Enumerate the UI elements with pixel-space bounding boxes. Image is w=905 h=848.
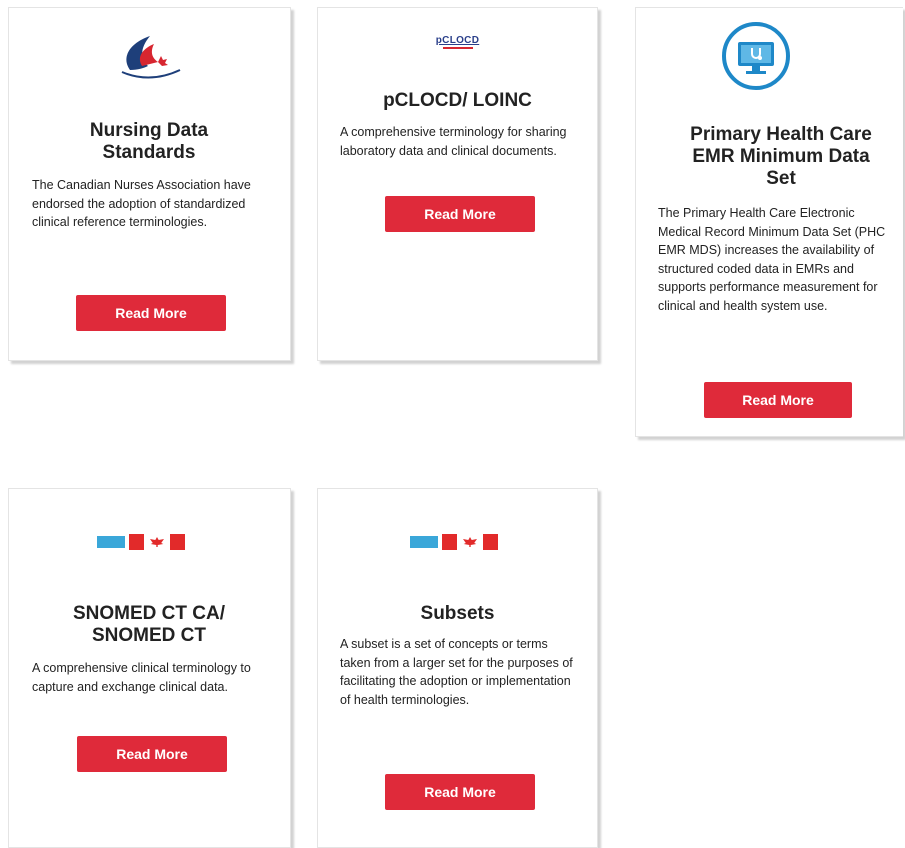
read-more-button[interactable]: Read More: [385, 196, 535, 232]
card-snomed-ct: SNOMED CT CA/ SNOMED CT A comprehensive …: [8, 488, 291, 848]
card-nursing-data-standards: Nursing Data Standards The Canadian Nurs…: [8, 7, 291, 361]
read-more-button[interactable]: Read More: [76, 295, 226, 331]
card-title: SNOMED CT CA/ SNOMED CT: [73, 603, 225, 646]
canada-flag-icon: [410, 534, 498, 550]
monitor-stethoscope-icon: [722, 22, 790, 90]
card-phc-emr-mds: Primary Health Care EMR Minimum Data Set…: [635, 7, 903, 437]
canada-flag-icon: [97, 534, 185, 550]
card-title: Subsets: [420, 603, 495, 624]
read-more-button[interactable]: Read More: [385, 774, 535, 810]
read-more-button[interactable]: Read More: [77, 736, 227, 772]
card-description: The Canadian Nurses Association have end…: [32, 178, 251, 229]
card-description: A comprehensive clinical terminology to …: [32, 661, 251, 694]
flame-logo-icon: [9, 26, 290, 86]
card-description: The Primary Health Care Electronic Medic…: [658, 206, 886, 313]
card-pclocd-loinc: pCLOCD pCLOCD/ LOINC A comprehensive ter…: [317, 7, 598, 361]
card-title: Nursing Data Standards: [89, 120, 209, 163]
card-title: pCLOCD/ LOINC: [383, 90, 532, 111]
pclocd-logo: pCLOCD: [318, 32, 597, 52]
card-description: A subset is a set of concepts or terms t…: [340, 637, 573, 707]
read-more-button[interactable]: Read More: [704, 382, 852, 418]
card-title: Primary Health Care EMR Minimum Data Set: [690, 124, 872, 189]
card-description: A comprehensive terminology for sharing …: [340, 125, 567, 158]
card-subsets: Subsets A subset is a set of concepts or…: [317, 488, 598, 848]
